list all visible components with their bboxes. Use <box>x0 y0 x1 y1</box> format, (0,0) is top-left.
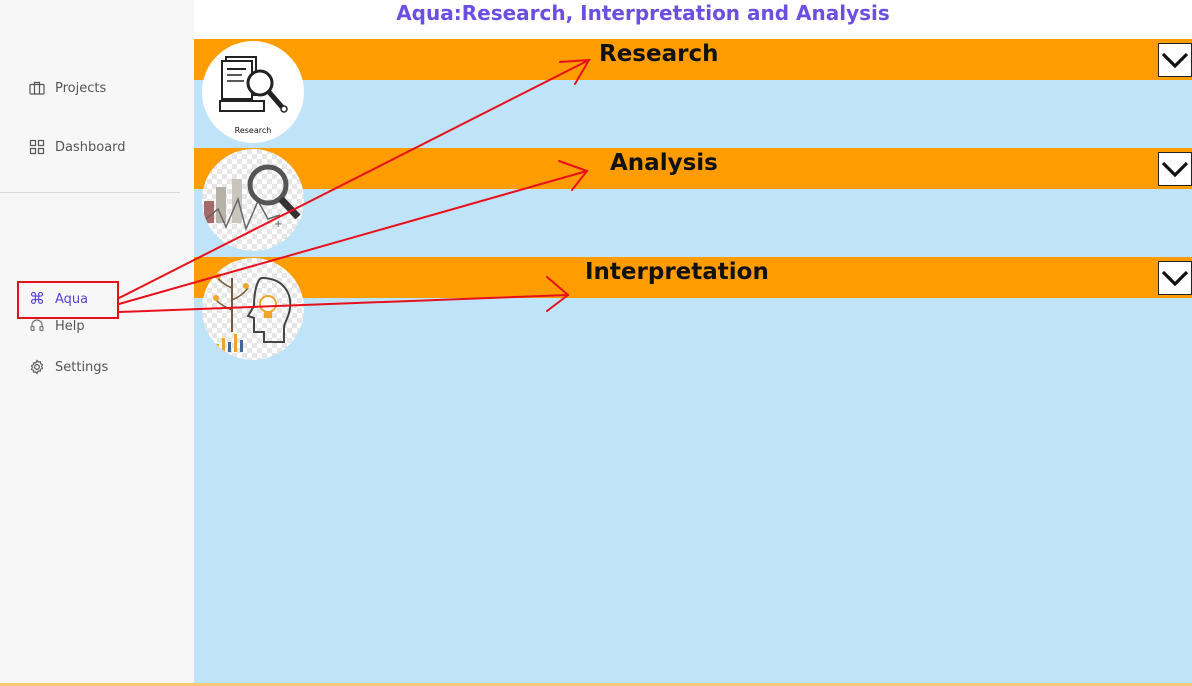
briefcase-icon <box>28 79 46 97</box>
section-bar-research[interactable]: Research <box>194 39 1192 80</box>
svg-text:+: + <box>274 219 282 230</box>
main-area: Aqua:Research, Interpretation and Analys… <box>194 0 1192 686</box>
chevron-down-icon[interactable] <box>1158 152 1192 186</box>
interpretation-head-lightbulb-icon <box>213 273 292 352</box>
sidebar-item-label: Dashboard <box>55 139 126 155</box>
section-bar-interpretation[interactable]: Interpretation <box>194 257 1192 298</box>
sidebar-item-help[interactable]: Help <box>28 317 85 335</box>
section-bar-analysis[interactable]: Analysis <box>194 148 1192 189</box>
section-title-research: Research <box>599 41 719 67</box>
section-title-analysis: Analysis <box>610 150 718 176</box>
sidebar-item-label: Help <box>55 318 85 334</box>
section-title-interpretation: Interpretation <box>585 259 769 285</box>
sidebar-divider <box>0 192 180 193</box>
sidebar-item-settings[interactable]: Settings <box>28 358 108 376</box>
page-title: Aqua:Research, Interpretation and Analys… <box>396 1 890 25</box>
chevron-down-icon[interactable] <box>1158 43 1192 77</box>
analysis-chart-magnifier-icon: + <box>204 164 301 232</box>
sidebar-item-label: Projects <box>55 80 107 96</box>
annotation-highlight-box <box>17 281 119 319</box>
chevron-down-icon[interactable] <box>1158 261 1192 295</box>
gear-icon <box>28 358 46 376</box>
content-panel: Research Research Analysis + Interpretat… <box>194 39 1192 683</box>
sidebar-item-label: Settings <box>55 359 109 375</box>
research-image-caption: Research <box>234 126 272 135</box>
grid-icon <box>28 138 46 156</box>
sidebar-item-projects[interactable]: Projects <box>28 79 106 97</box>
interpretation-image <box>202 258 304 360</box>
headset-icon <box>28 317 46 335</box>
analysis-image: + <box>202 149 304 251</box>
sidebar: Projects Dashboard ⌘ Aqua Help Settings <box>0 0 194 686</box>
sidebar-item-dashboard[interactable]: Dashboard <box>28 138 126 156</box>
research-image: Research <box>202 41 304 143</box>
